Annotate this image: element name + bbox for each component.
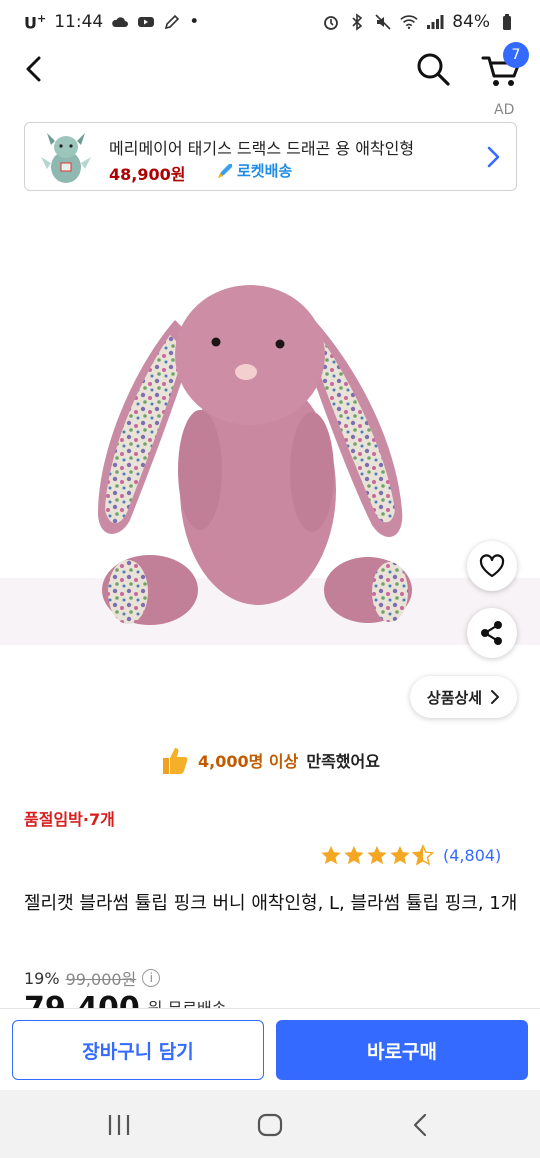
star-icon-3 [367, 845, 387, 865]
price-line: 19% 99,000원 i [24, 966, 161, 990]
rating[interactable]: (4,804) [320, 842, 501, 868]
home-button[interactable] [255, 1112, 285, 1138]
product-title: 젤리캣 블라썸 튤립 핑크 버니 애착인형, L, 블라썸 튤립 핑크, 1개 [24, 893, 518, 914]
share-icon [481, 621, 502, 645]
ad-thumbnail [35, 127, 97, 187]
search-button[interactable] [414, 50, 452, 88]
product-image[interactable] [0, 210, 540, 645]
bluetooth-icon [348, 13, 366, 31]
recent-apps-icon [108, 1115, 130, 1135]
carrier-label: U+ [24, 11, 47, 33]
battery-percent: 84% [452, 12, 490, 32]
rocket-delivery-label: 로켓배송 [237, 162, 293, 180]
battery-icon [498, 13, 516, 31]
cta-bar: 장바구니 담기 바로구매 [0, 1008, 540, 1090]
status-dot: • [189, 11, 200, 32]
product-photo-bunny [97, 285, 412, 625]
cloud-icon [111, 13, 129, 31]
cart-count-badge: 7 [503, 42, 529, 68]
stock-alert: 품절임박·7개 [24, 810, 115, 829]
discount-rate: 19% [24, 968, 60, 988]
product-detail-label: 상품상세 [426, 688, 483, 707]
original-price: 99,000원 [65, 970, 137, 989]
review-count[interactable]: (4,804) [443, 846, 501, 865]
alarm-icon [322, 13, 340, 31]
sale-price: 79,400 [24, 994, 140, 1008]
wifi-icon [400, 13, 418, 31]
thumbs-up-icon [163, 748, 188, 774]
signal-icon [426, 13, 444, 31]
back-arrow-icon [413, 1113, 427, 1137]
star-icon-1 [321, 845, 341, 865]
heart-icon [479, 554, 505, 578]
sale-price-row: 79,400 원 무료배송 [24, 994, 226, 1008]
star-icon-2 [344, 845, 364, 865]
search-icon [417, 53, 450, 86]
satisfaction-banner: 4,000명 이상 만족했어요 [0, 742, 540, 778]
status-left: U+ 11:44 • [24, 12, 199, 32]
back-button[interactable] [18, 52, 52, 86]
rocket-icon [218, 163, 232, 178]
satisfaction-text: 만족했어요 [306, 752, 380, 771]
shipping-info: 원 무료배송 [148, 994, 227, 1008]
info-icon[interactable]: i [142, 969, 161, 987]
wishlist-button[interactable] [467, 541, 517, 591]
system-nav-bar [0, 1090, 540, 1158]
ad-title: 메리메이어 태기스 드랙스 드래곤 용 애착인형 [109, 139, 415, 158]
share-button[interactable] [467, 608, 517, 658]
buy-now-button[interactable]: 바로구매 [276, 1020, 528, 1080]
edit-icon [163, 13, 181, 31]
youtube-icon [137, 13, 155, 31]
status-bar: U+ 11:44 • 84% [0, 0, 540, 44]
ad-price: 48,900원 [109, 165, 186, 184]
mute-icon [374, 13, 392, 31]
system-back-button[interactable] [406, 1112, 436, 1138]
ad-label: AD [494, 102, 515, 118]
star-icon-half [412, 844, 434, 866]
satisfaction-count: 4,000명 이상 [198, 752, 299, 771]
rocket-delivery-badge: 로켓배송 [215, 160, 292, 181]
star-icon-4 [390, 845, 410, 865]
chevron-left-icon [26, 56, 41, 82]
status-right: 84% [322, 12, 516, 32]
status-time: 11:44 [54, 11, 104, 32]
top-nav [0, 44, 540, 96]
product-detail-button[interactable]: 상품상세 [410, 676, 517, 718]
chevron-right-icon [491, 690, 500, 704]
ad-banner[interactable]: 메리메이어 태기스 드랙스 드래곤 용 애착인형 48,900원 로켓배송 [24, 122, 517, 191]
recent-apps-button[interactable] [104, 1112, 134, 1138]
add-to-cart-button[interactable]: 장바구니 담기 [12, 1020, 264, 1080]
ad-chevron-icon [483, 143, 503, 171]
home-icon [257, 1113, 283, 1137]
